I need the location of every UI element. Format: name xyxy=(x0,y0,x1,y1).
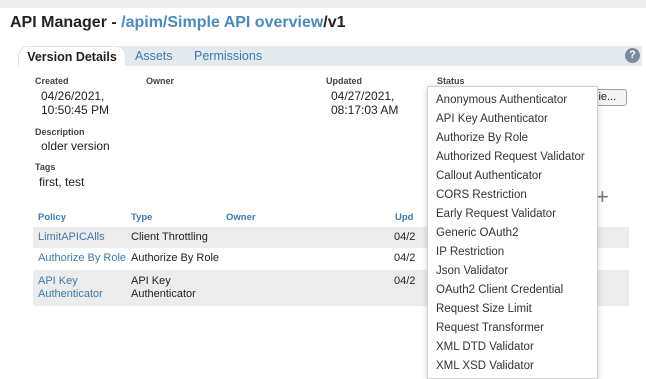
policy-name-line1: API Key xyxy=(38,275,78,287)
policy-name-link[interactable]: API Key Authenticator xyxy=(38,275,103,301)
column-header-updated[interactable]: Upd xyxy=(395,212,413,223)
dropdown-option[interactable]: Request Size Limit xyxy=(428,300,597,319)
updated-time: 08:17:03 AM xyxy=(331,103,399,117)
dropdown-option[interactable]: IP Restriction xyxy=(428,243,597,262)
policy-name-link[interactable]: Authorize By Role xyxy=(38,252,126,265)
policy-updated: 04/2 xyxy=(394,252,416,264)
tab-permissions[interactable]: Permissions xyxy=(194,46,262,66)
dropdown-option[interactable]: Json Validator xyxy=(428,262,597,281)
policy-name-line2: Authenticator xyxy=(38,288,103,300)
title-version: /v1 xyxy=(323,14,346,31)
policy-type: Authorize By Role xyxy=(131,252,220,264)
policy-type-dropdown: Anonymous Authenticator API Key Authenti… xyxy=(427,86,598,379)
dropdown-option[interactable]: Authorized Request Validator xyxy=(428,148,597,167)
created-time: 10:50:45 PM xyxy=(41,103,110,117)
dropdown-option[interactable]: Authorize By Role xyxy=(428,129,597,148)
page-title: API Manager - /apim/Simple API overview/… xyxy=(10,14,346,32)
dropdown-option[interactable]: CORS Restriction xyxy=(428,186,597,205)
dropdown-option[interactable]: API Key Authenticator xyxy=(428,110,597,129)
tab-version-details[interactable]: Version Details xyxy=(18,46,126,66)
dropdown-option[interactable]: Generic OAuth2 xyxy=(428,224,597,243)
created-label: Created xyxy=(35,76,69,86)
policy-name-link[interactable]: LimitAPICAlls xyxy=(38,231,105,244)
title-path-link[interactable]: /apim/Simple API overview xyxy=(121,14,323,31)
updated-label: Updated xyxy=(326,76,362,86)
tab-bar: Version Details Assets Permissions ? xyxy=(18,46,642,66)
top-strip xyxy=(0,0,646,8)
policy-type-line1: API Key xyxy=(131,275,171,287)
description-value: older version xyxy=(41,139,110,153)
policy-type-line2: Authenticator xyxy=(131,288,196,300)
dropdown-option[interactable]: XML DTD Validator xyxy=(428,338,597,357)
help-icon[interactable]: ? xyxy=(625,48,640,63)
title-prefix: API Manager - xyxy=(10,14,122,31)
policy-updated: 04/2 xyxy=(394,231,416,243)
dropdown-option[interactable]: OAuth2 Client Credential xyxy=(428,281,597,300)
dropdown-option[interactable]: Request Transformer xyxy=(428,319,597,338)
column-header-owner[interactable]: Owner xyxy=(226,212,256,223)
dropdown-option[interactable]: XML XSD Validator xyxy=(428,357,597,376)
dropdown-option[interactable]: Callout Authenticator xyxy=(428,167,597,186)
tab-assets[interactable]: Assets xyxy=(135,46,173,66)
tags-label: Tags xyxy=(35,162,56,172)
column-header-type[interactable]: Type xyxy=(131,212,152,223)
created-date: 04/26/2021, xyxy=(41,89,105,103)
description-label: Description xyxy=(35,127,85,137)
dropdown-option[interactable]: Anonymous Authenticator xyxy=(428,91,597,110)
updated-date: 04/27/2021, xyxy=(331,89,395,103)
owner-label: Owner xyxy=(146,76,175,86)
status-label: Status xyxy=(437,76,465,86)
policy-type: Client Throttling xyxy=(131,231,208,243)
tags-value: first, test xyxy=(39,175,85,189)
dropdown-option[interactable]: Early Request Validator xyxy=(428,205,597,224)
column-header-policy[interactable]: Policy xyxy=(38,212,66,223)
policy-type: API Key Authenticator xyxy=(131,275,196,301)
policy-updated: 04/2 xyxy=(394,275,416,287)
